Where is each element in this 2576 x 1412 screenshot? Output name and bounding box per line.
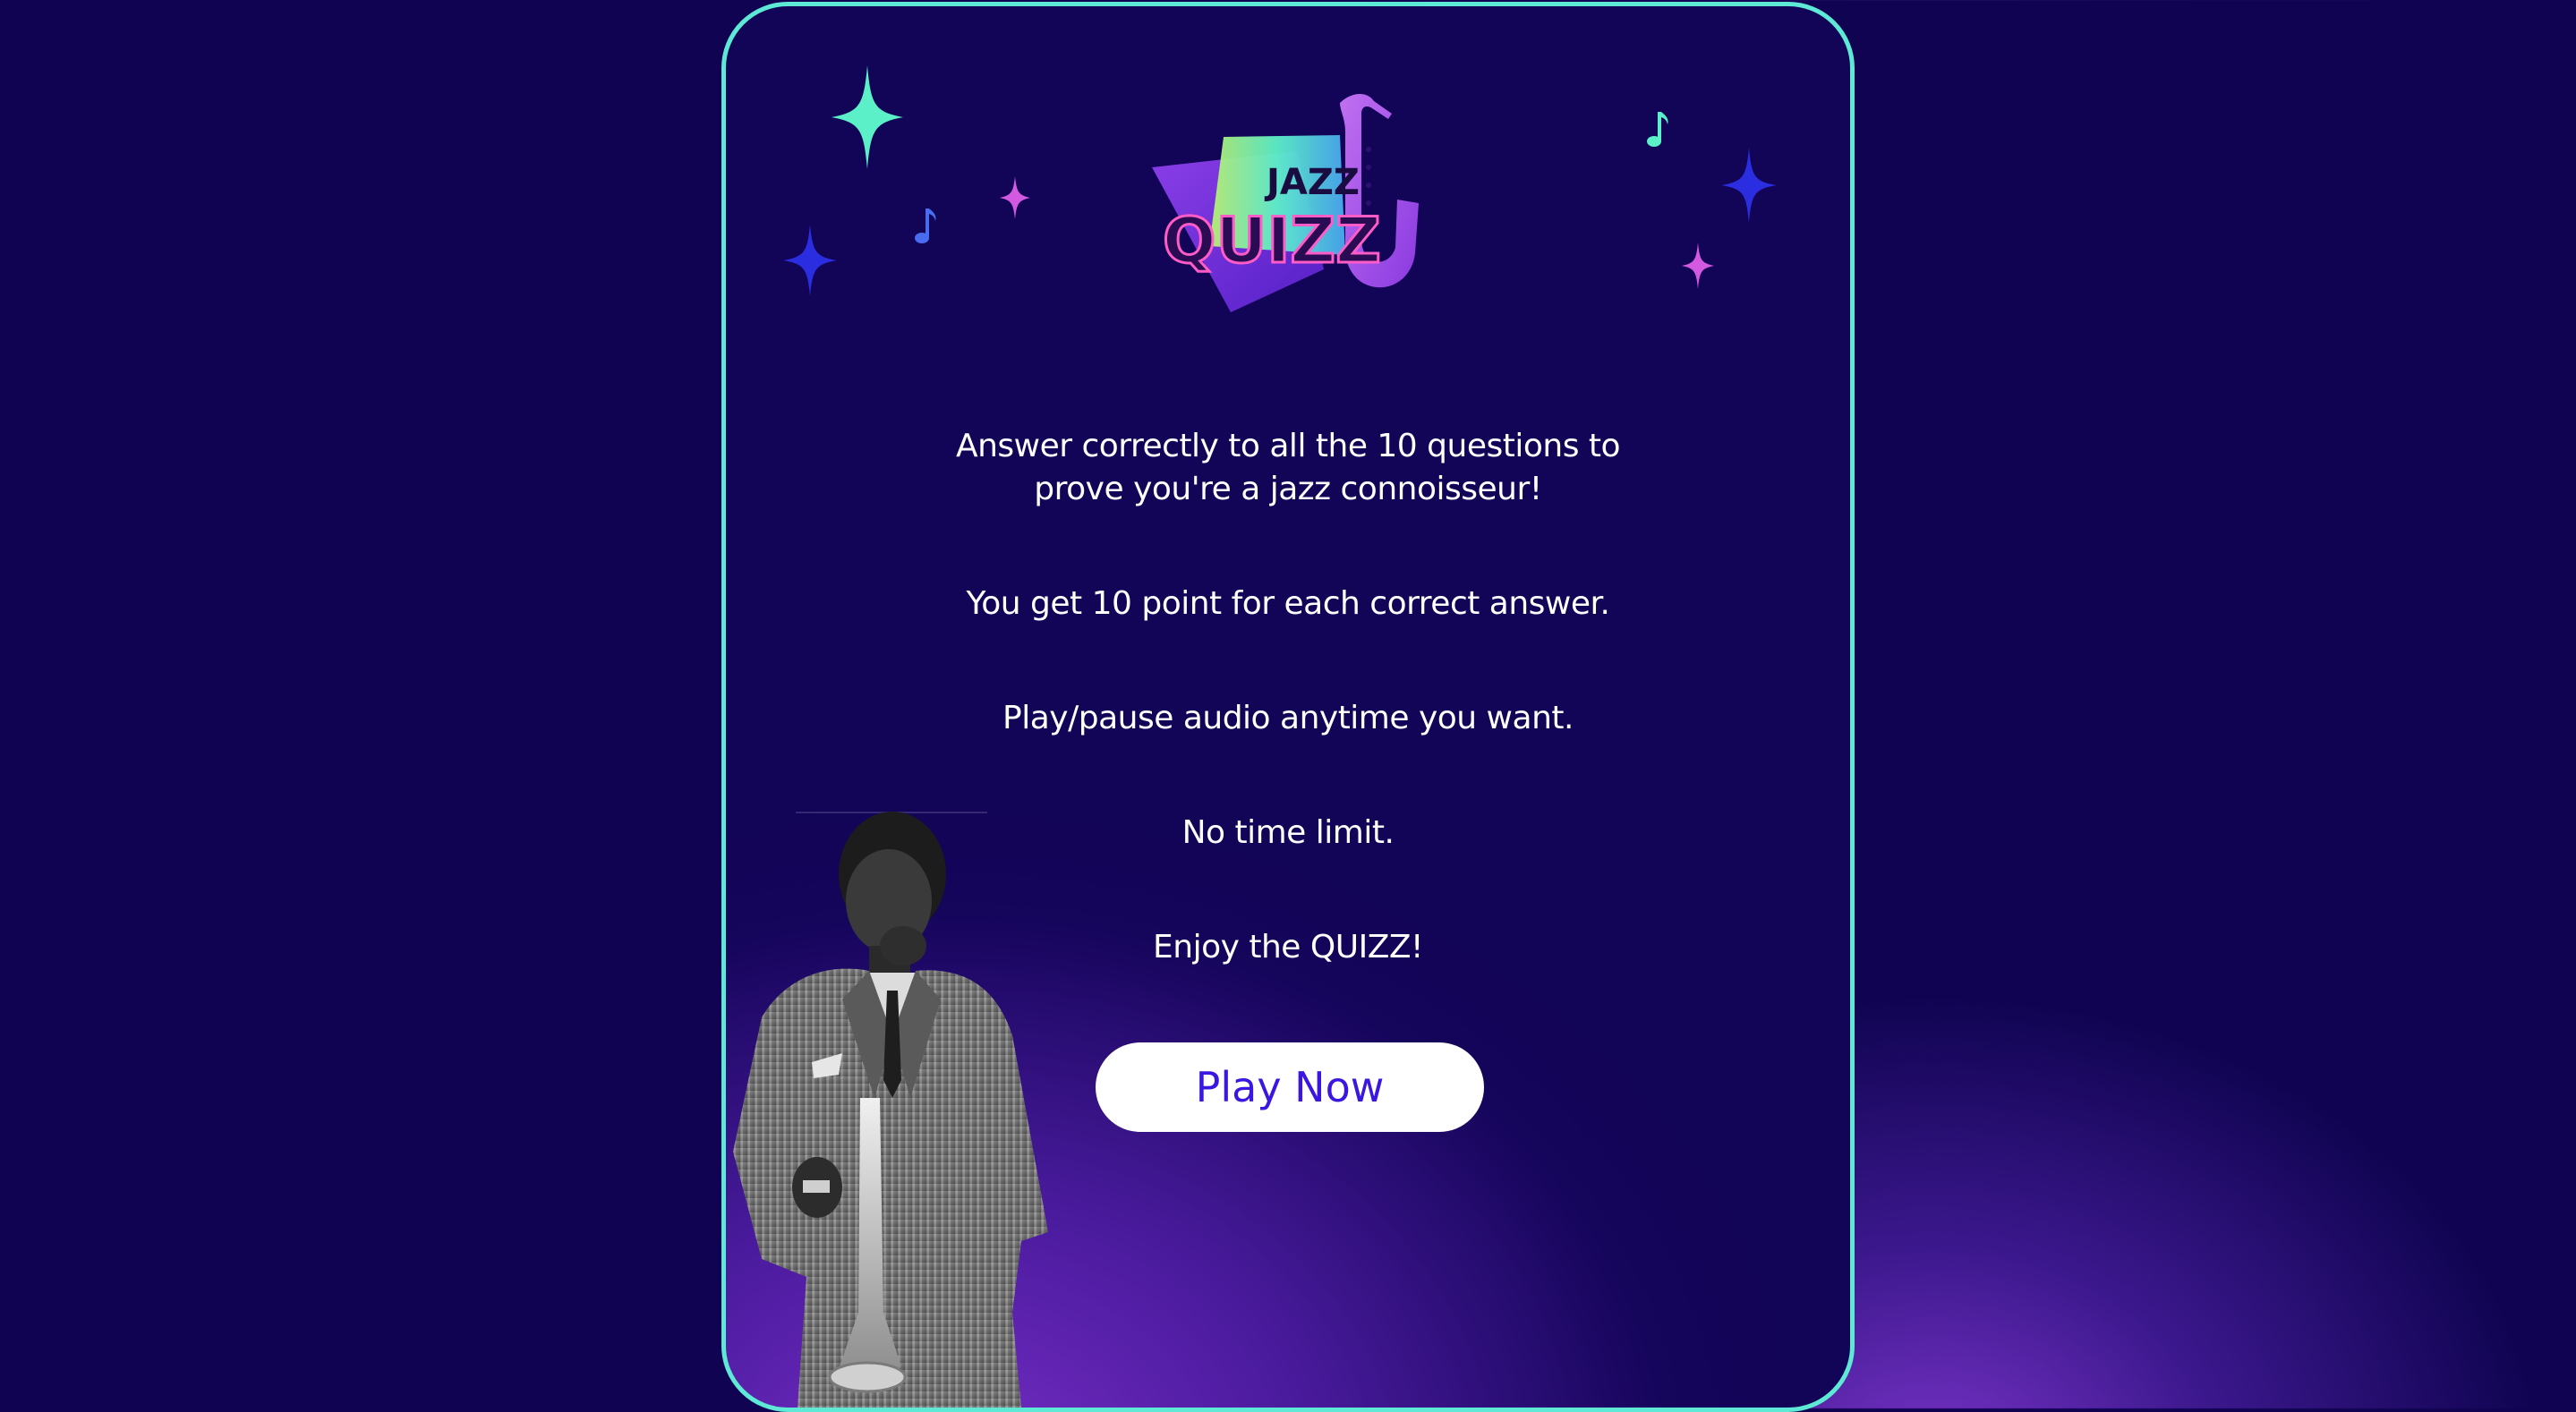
intro-text: Answer correctly to all the 10 questions… bbox=[948, 425, 1628, 511]
points-rule: You get 10 point for each correct answer… bbox=[966, 585, 1610, 622]
sparkle-icon bbox=[1682, 242, 1714, 289]
sparkle-icon bbox=[832, 65, 903, 169]
music-note-icon bbox=[915, 208, 936, 243]
logo-line-jazz: JAZZ bbox=[1264, 162, 1360, 203]
music-note-icon bbox=[1647, 112, 1668, 147]
intro-card: JAZZ QUIZZ Answer correctly to all the 1… bbox=[721, 2, 1855, 1412]
sparkle-icon bbox=[783, 225, 837, 296]
play-now-button[interactable]: Play Now bbox=[1096, 1042, 1484, 1132]
trumpet-player-photo bbox=[733, 812, 1048, 1408]
audio-rule: Play/pause audio anytime you want. bbox=[1002, 700, 1574, 736]
sparkle-icon bbox=[1721, 148, 1777, 223]
intro-line-2: prove you're a jazz connoisseur! bbox=[1034, 471, 1542, 507]
intro-line-1: Answer correctly to all the 10 questions… bbox=[955, 428, 1621, 464]
logo-line-quizz: QUIZZ bbox=[1163, 204, 1381, 277]
jazz-quizz-logo: JAZZ QUIZZ bbox=[1127, 78, 1467, 328]
sparkle-icon bbox=[1000, 176, 1030, 219]
